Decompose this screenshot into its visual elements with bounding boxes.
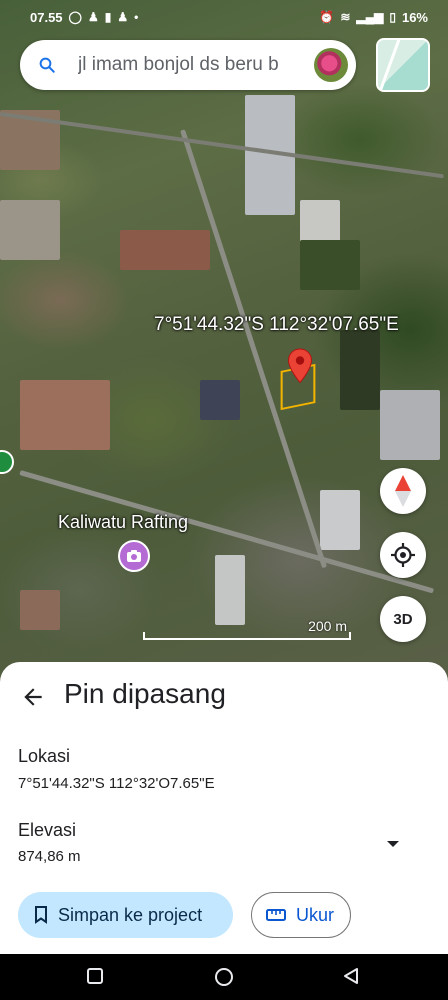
dot-icon: • (134, 10, 139, 24)
person-icon: ♟ (87, 10, 99, 24)
compass-button[interactable] (380, 468, 426, 514)
wifi-icon: ≋ (340, 10, 351, 24)
person-add-icon: ♟ (117, 10, 129, 24)
battery-icon: ▯ (389, 10, 396, 24)
my-location-button[interactable] (380, 532, 426, 578)
scale-bar: 200 m (143, 618, 351, 644)
navigation-bar (0, 954, 448, 1000)
recents-icon[interactable] (86, 967, 104, 985)
poi-label[interactable]: Kaliwatu Rafting (58, 512, 188, 533)
compass-icon (395, 475, 411, 507)
save-button-label: Simpan ke project (58, 904, 203, 925)
search-bar[interactable] (20, 40, 356, 90)
avatar[interactable] (314, 48, 348, 82)
home-icon[interactable] (214, 967, 234, 987)
signal-icon: ▂▄▆ (356, 10, 384, 24)
measure-button[interactable]: Ukur (251, 892, 351, 938)
crosshair-icon (391, 543, 415, 567)
elevation-value: 874,86 m (18, 848, 81, 865)
sheet-title: Pin dipasang (64, 678, 226, 709)
scale-label: 200 m (308, 618, 347, 634)
search-input[interactable] (78, 54, 314, 76)
search-icon[interactable] (38, 56, 56, 74)
location-label: Lokasi (18, 746, 71, 766)
map-thumbnail-road (378, 40, 401, 90)
map-marker-icon[interactable] (0, 450, 14, 474)
bottom-sheet: Pin dipasang Lokasi 7°51'44.32"S 112°32'… (0, 662, 448, 954)
ruler-icon (266, 909, 286, 921)
bookmark-icon (35, 906, 47, 924)
battery-level: 16% (401, 9, 428, 25)
alarm-icon: ⏰ (319, 10, 335, 24)
back-icon[interactable] (342, 967, 360, 985)
sim-icon: ▮ (104, 10, 112, 24)
pin-marker-icon[interactable] (287, 348, 313, 384)
status-bar: 07.55 ◯ ♟ ▮ ♟ • ⏰ ≋ ▂▄▆ ▯ 16% (0, 0, 448, 34)
elevation-label: Elevasi (18, 820, 77, 840)
location-value: 7°51'44.32"S 112°32'O7.65"E (18, 775, 215, 792)
layers-button[interactable] (376, 38, 430, 92)
threed-button[interactable]: 3D (380, 596, 426, 642)
satellite-map[interactable]: 07.55 ◯ ♟ ▮ ♟ • ⏰ ≋ ▂▄▆ ▯ 16% 7°51'44.32… (0, 0, 448, 700)
back-arrow-icon[interactable] (20, 684, 46, 710)
measure-button-label: Ukur (296, 904, 335, 925)
dropdown-arrow-icon[interactable] (385, 836, 401, 852)
save-to-project-button[interactable]: Simpan ke project (18, 892, 233, 938)
clock: 07.55 (30, 9, 63, 25)
whatsapp-icon: ◯ (68, 10, 82, 24)
coordinate-label: 7°51'44.32"S 112°32'07.65"E (154, 314, 399, 335)
camera-icon[interactable] (118, 540, 150, 572)
